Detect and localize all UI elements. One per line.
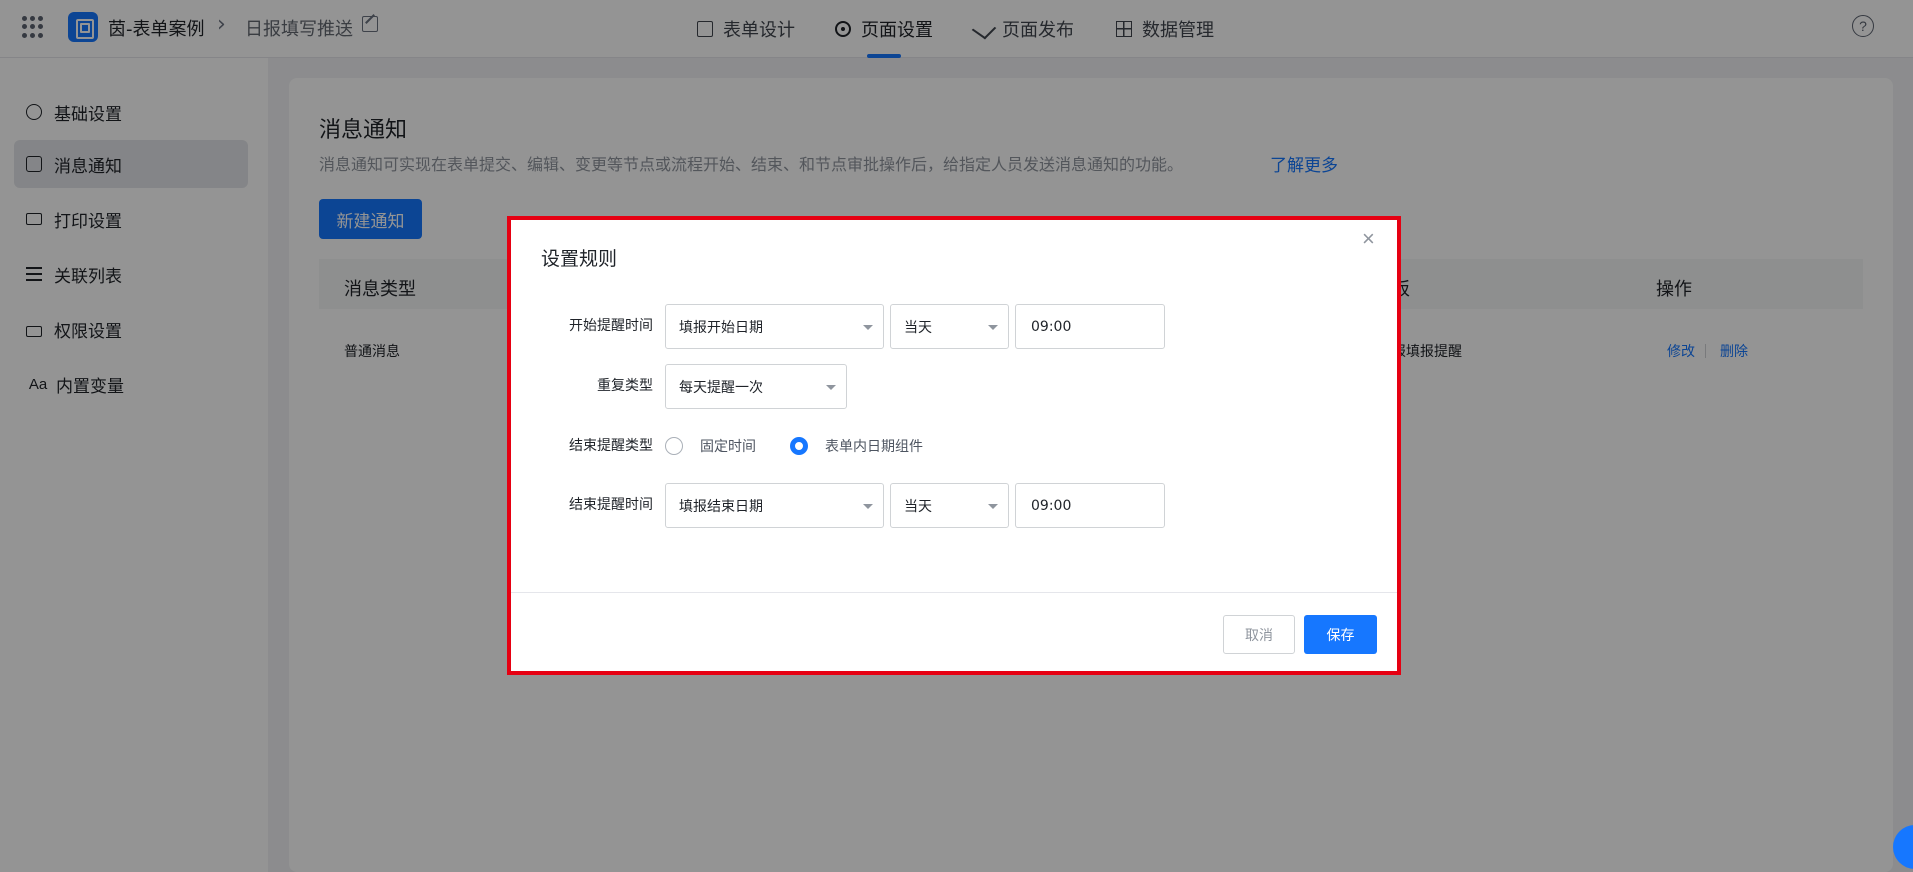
radio-form-date-component-label[interactable]: 表单内日期组件 [825,436,923,456]
start-time-label: 开始提醒时间 [569,318,653,334]
start-time-value: 09:00 [1031,318,1072,335]
start-date-field-select[interactable]: 填报开始日期 [665,304,884,349]
start-day-select[interactable]: 当天 [890,304,1009,349]
dialog-footer-divider [511,592,1397,593]
end-date-field-value: 填报结束日期 [679,498,763,515]
rule-settings-dialog: 设置规则 × 开始提醒时间 填报开始日期 当天 09:00 重复类型 每天提醒一… [511,220,1397,671]
radio-fixed-time[interactable] [665,437,683,455]
close-icon[interactable]: × [1362,226,1375,252]
end-day-select[interactable]: 当天 [890,483,1009,528]
radio-fixed-time-label[interactable]: 固定时间 [700,436,756,456]
save-button[interactable]: 保存 [1304,615,1377,654]
end-type-label: 结束提醒类型 [569,438,653,454]
start-time-input[interactable]: 09:00 [1015,304,1165,349]
start-date-field-value: 填报开始日期 [679,319,763,336]
repeat-type-select[interactable]: 每天提醒一次 [665,364,847,409]
end-date-field-select[interactable]: 填报结束日期 [665,483,884,528]
end-time-value: 09:00 [1031,497,1072,514]
end-time-label: 结束提醒时间 [569,497,653,513]
start-day-value: 当天 [904,319,932,336]
cancel-button[interactable]: 取消 [1223,615,1295,654]
repeat-type-label: 重复类型 [597,378,653,394]
end-time-input[interactable]: 09:00 [1015,483,1165,528]
dialog-title: 设置规则 [541,248,618,270]
repeat-type-value: 每天提醒一次 [679,379,763,396]
end-day-value: 当天 [904,498,932,515]
radio-form-date-component[interactable] [790,437,808,455]
